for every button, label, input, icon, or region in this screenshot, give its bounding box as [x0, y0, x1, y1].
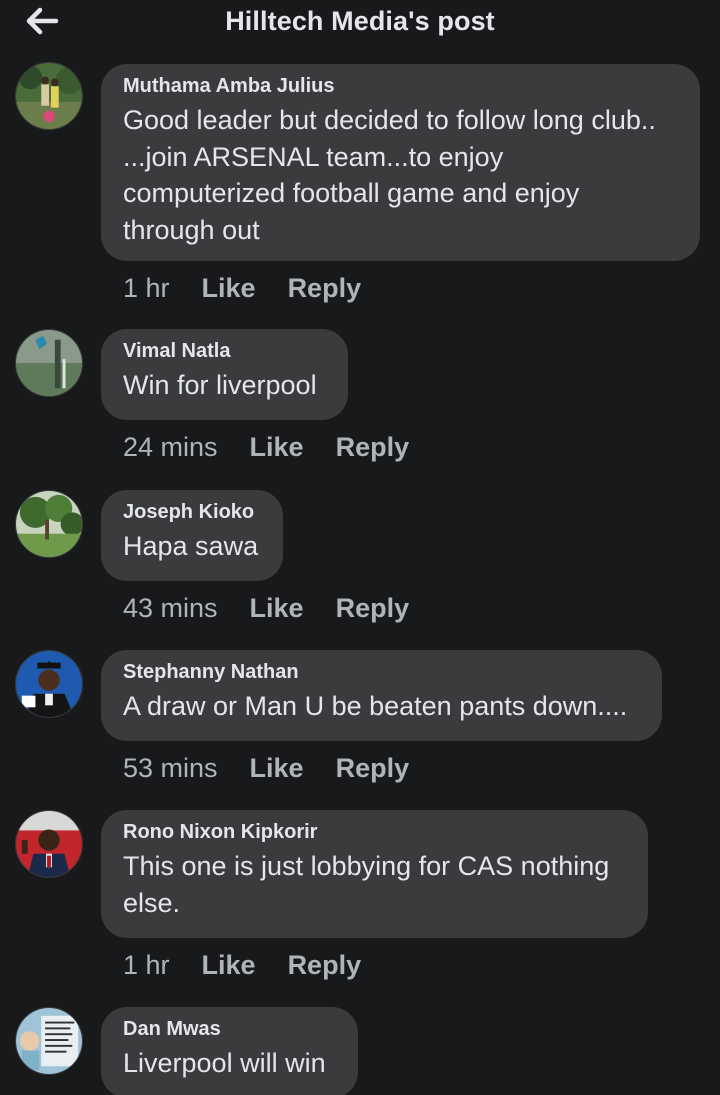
avatar-photo-icon: [16, 811, 82, 877]
like-button[interactable]: Like: [250, 593, 304, 624]
avatar[interactable]: [15, 650, 83, 718]
comment-bubble: Joseph Kioko Hapa sawa: [101, 490, 283, 581]
comment-actions: 53 mins Like Reply: [123, 753, 409, 784]
comment-bubble: Stephanny Nathan A draw or Man U be beat…: [101, 650, 662, 741]
comment-actions: 43 mins Like Reply: [123, 593, 409, 624]
top-bar: Hilltech Media's post: [0, 0, 720, 46]
comment-bubble: Muthama Amba Julius Good leader but deci…: [101, 64, 700, 261]
avatar-photo-icon: [16, 491, 82, 557]
comment-time: 53 mins: [123, 753, 218, 783]
post-comments-page: Hilltech Media's post Muthama Amba Juliu…: [0, 0, 720, 1095]
comment-time: 1 hr: [123, 950, 170, 980]
like-button[interactable]: Like: [202, 950, 256, 981]
comment-time: 43 mins: [123, 593, 218, 623]
avatar-photo-icon: [16, 330, 82, 396]
comment-author[interactable]: Stephanny Nathan: [123, 661, 640, 683]
comment-text: Win for liverpool: [123, 370, 317, 400]
like-button[interactable]: Like: [250, 753, 304, 784]
avatar[interactable]: [15, 329, 83, 397]
comment-bubble: Dan Mwas Liverpool will win: [101, 1007, 358, 1095]
reply-button[interactable]: Reply: [336, 432, 410, 463]
comment-actions: 24 mins Like Reply: [123, 432, 409, 463]
comment-text: Liverpool will win: [123, 1048, 326, 1078]
avatar[interactable]: [15, 1007, 83, 1075]
comment-text: Good leader but decided to follow long c…: [123, 105, 656, 245]
avatar-photo-icon: [16, 1008, 82, 1074]
reply-button[interactable]: Reply: [336, 753, 410, 784]
reply-button[interactable]: Reply: [288, 950, 362, 981]
avatar-photo-icon: [16, 63, 82, 129]
avatar[interactable]: [15, 490, 83, 558]
comment-author[interactable]: Muthama Amba Julius: [123, 75, 678, 97]
reply-button[interactable]: Reply: [336, 593, 410, 624]
comment-text: This one is just lobbying for CAS nothin…: [123, 851, 610, 918]
comment-actions: 1 hr Like Reply: [123, 950, 361, 981]
avatar[interactable]: [15, 810, 83, 878]
comment-author[interactable]: Vimal Natla: [123, 340, 326, 362]
comment-bubble: Rono Nixon Kipkorir This one is just lob…: [101, 810, 648, 938]
comment-time: 1 hr: [123, 273, 170, 303]
reply-button[interactable]: Reply: [288, 273, 362, 304]
avatar[interactable]: [15, 62, 83, 130]
comment-text: A draw or Man U be beaten pants down....: [123, 691, 628, 721]
comment-actions: 1 hr Like Reply: [123, 273, 361, 304]
comment-author[interactable]: Joseph Kioko: [123, 501, 261, 523]
page-title: Hilltech Media's post: [225, 6, 495, 36]
comment-text: Hapa sawa: [123, 531, 259, 561]
comment-author[interactable]: Dan Mwas: [123, 1018, 336, 1040]
comment-author[interactable]: Rono Nixon Kipkorir: [123, 821, 626, 843]
like-button[interactable]: Like: [202, 273, 256, 304]
like-button[interactable]: Like: [250, 432, 304, 463]
avatar-photo-icon: [16, 651, 82, 717]
comment-time: 24 mins: [123, 432, 218, 462]
comment-bubble: Vimal Natla Win for liverpool: [101, 329, 348, 420]
